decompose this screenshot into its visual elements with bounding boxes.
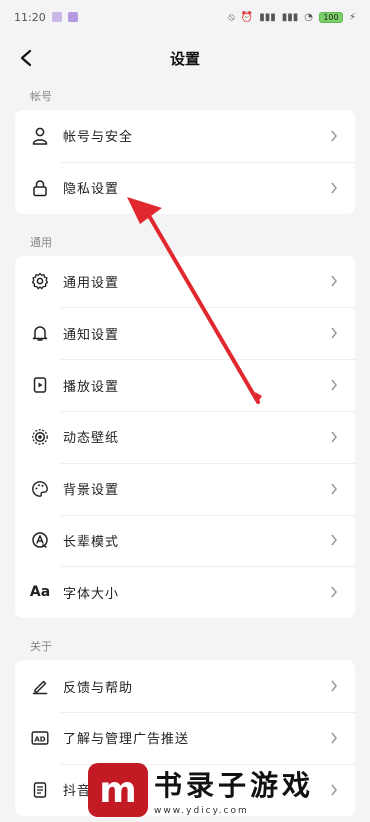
settings-item-label: 通知设置 (63, 327, 120, 343)
chevron-right-icon (329, 535, 339, 546)
settings-item-label: 字体大小 (63, 586, 120, 602)
chevron-right-icon (329, 680, 339, 692)
ad-icon: AD (31, 729, 49, 747)
bell-icon (31, 324, 49, 342)
settings-item-dynamic-wallpaper[interactable]: 动态壁纸 (15, 410, 355, 463)
chevron-right-icon (329, 379, 339, 391)
settings-item-privacy[interactable]: 隐私设置 (15, 161, 355, 214)
battery-icon: 100 (318, 11, 343, 23)
chevron-left-icon (20, 49, 32, 67)
settings-item-general[interactable]: 通用设置 (15, 256, 355, 308)
settings-item-playback[interactable]: 播放设置 (15, 359, 355, 411)
watermark-url: www.ydicy.com (154, 806, 249, 816)
settings-item-label: 长辈模式 (63, 534, 120, 550)
chevron-right-icon (329, 182, 339, 194)
charging-icon: ⚡ (348, 11, 356, 23)
settings-item-feedback[interactable]: 反馈与帮助 (15, 660, 355, 712)
account-card: 帐号与安全 隐私设置 (15, 110, 355, 214)
play-icon (31, 376, 49, 394)
section-label-about: 关于 (30, 640, 52, 654)
settings-item-label: 帐号与安全 (63, 130, 134, 146)
status-time: 11:20 (14, 10, 46, 24)
chevron-right-icon (329, 276, 339, 287)
page-title: 设置 (169, 49, 200, 68)
settings-item-ad-management[interactable]: AD 了解与管理广告推送 (15, 711, 355, 764)
chevron-right-icon (329, 431, 339, 443)
person-icon (31, 127, 49, 145)
watermark-text: 书录子游戏 (154, 769, 315, 802)
settings-item-background[interactable]: 背景设置 (15, 462, 355, 515)
settings-item-label: 背景设置 (63, 483, 120, 499)
settings-item-label: 通用设置 (63, 275, 120, 291)
section-label-general: 通用 (30, 235, 52, 249)
settings-item-label: 隐私设置 (63, 182, 120, 198)
header: 设置 (0, 34, 370, 82)
settings-item-elder-mode[interactable]: 长辈模式 (15, 514, 355, 567)
settings-item-label: 了解与管理广告推送 (63, 732, 190, 748)
signal-icon: ▮▮▮ (259, 11, 276, 23)
settings-item-notification[interactable]: 通知设置 (15, 307, 355, 359)
chevron-right-icon (329, 130, 339, 142)
app-notification-icon (51, 12, 62, 22)
signal-icon-2: ▮▮▮ (281, 11, 299, 23)
settings-item-label: 动态壁纸 (63, 431, 120, 447)
watermark: m 书录子游戏 www.ydicy.com (88, 758, 370, 822)
status-right: ⦸ ⏰ ▮▮▮ ▮▮▮ ◔ 100 ⚡ (228, 11, 356, 23)
settings-item-account-security[interactable]: 帐号与安全 (15, 110, 355, 162)
chevron-right-icon (329, 327, 339, 339)
status-bar: 11:20 ⦸ ⏰ ▮▮▮ ▮▮▮ ◔ 100 ⚡ (0, 0, 370, 34)
mute-icon: ⦸ (228, 11, 235, 23)
elder-mode-icon (31, 531, 49, 549)
chevron-right-icon (329, 732, 339, 744)
font-size-icon: Aa (29, 584, 51, 601)
settings-item-font-size[interactable]: Aa 字体大小 (15, 566, 355, 618)
palette-icon (31, 480, 49, 498)
settings-item-label: 反馈与帮助 (63, 680, 134, 696)
document-icon (31, 781, 49, 799)
section-label-account: 帐号 (30, 90, 52, 103)
gear-icon (31, 272, 49, 290)
svg-text:AD: AD (34, 735, 45, 743)
wifi-icon: ◔ (304, 11, 313, 23)
status-left: 11:20 (14, 11, 78, 24)
settings-item-label: 播放设置 (63, 379, 120, 395)
chevron-right-icon (329, 483, 339, 495)
app-notification-icon-2 (67, 12, 78, 22)
watermark-logo: m (88, 763, 148, 817)
general-card: 通用设置 通知设置 播放设置 动态壁纸 背景设置 长辈模式 Aa 字体大小 (15, 255, 355, 619)
wallpaper-icon (31, 428, 49, 446)
back-button[interactable] (14, 46, 38, 70)
chevron-right-icon (329, 586, 339, 598)
watermark-text-wrap: 书录子游戏 www.ydicy.com (154, 764, 314, 816)
lock-icon (31, 179, 49, 197)
alarm-icon: ⏰ (240, 11, 254, 23)
edit-icon (31, 677, 49, 695)
